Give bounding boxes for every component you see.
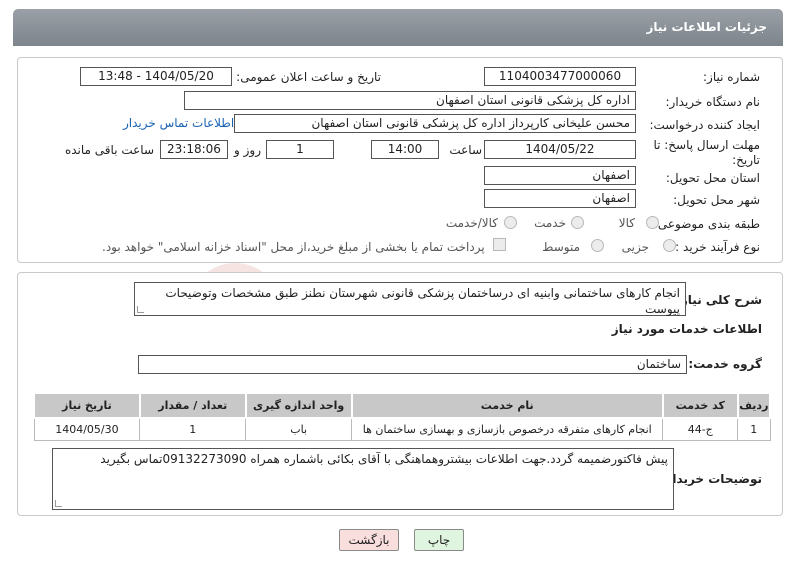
category-both-label: کالا/خدمت xyxy=(445,216,498,230)
process-medium-label: متوسط xyxy=(542,240,580,254)
service-group-label: گروه خدمت: xyxy=(688,357,762,371)
cell-row: 1 xyxy=(737,417,771,441)
city-label: شهر محل تحویل: xyxy=(673,193,760,207)
remaining-time-field: 23:18:06 xyxy=(160,140,228,159)
description-value: انجام کارهای ساختمانی وابنیه ای درساختما… xyxy=(165,286,680,316)
col-date-header: تاریخ نیاز xyxy=(33,392,141,419)
announce-label: تاریخ و ساعت اعلان عمومی: xyxy=(236,70,381,84)
category-both-radio[interactable] xyxy=(504,216,517,229)
services-title: اطلاعات خدمات مورد نیاز xyxy=(611,322,762,336)
deadline-time-field: 14:00 xyxy=(371,140,439,159)
description-label: شرح کلی نیاز: xyxy=(676,293,762,307)
col-name-header: نام خدمت xyxy=(350,392,664,419)
buyer-org-field: اداره کل پزشکی قانونی استان اصفهان xyxy=(184,91,636,110)
page-header: جزئیات اطلاعات نیاز xyxy=(13,9,783,46)
process-medium-radio[interactable] xyxy=(591,239,604,252)
treasury-checkbox[interactable] xyxy=(493,238,506,251)
cell-code: ج-44 xyxy=(662,417,739,441)
table-row: 1 ج-44 انجام کارهای متفرقه درخصوص بازساز… xyxy=(33,417,771,441)
deadline-time-label: ساعت xyxy=(449,143,482,157)
announce-datetime-field: 1404/05/20 - 13:48 xyxy=(80,67,232,86)
creator-field: محسن علیخانی کارپرداز اداره کل پزشکی قان… xyxy=(234,114,636,133)
cell-name: انجام کارهای متفرقه درخصوص بازسازی و بهس… xyxy=(351,417,664,441)
buyer-contact-link[interactable]: اطلاعات تماس خریدار xyxy=(123,116,234,130)
need-info-panel xyxy=(17,57,783,263)
category-label: طبقه بندی موضوعی: xyxy=(653,217,760,231)
print-button[interactable]: چاپ xyxy=(414,529,464,551)
days-label: روز و xyxy=(234,143,261,157)
category-service-radio[interactable] xyxy=(571,216,584,229)
service-group-field: ساختمان xyxy=(138,355,687,374)
services-table: ردیف کد خدمت نام خدمت واحد اندازه گیری ت… xyxy=(33,392,772,441)
city-field: اصفهان xyxy=(484,189,636,208)
treasury-note: پرداخت تمام یا بخشی از مبلغ خرید،از محل … xyxy=(102,240,485,254)
deadline-label: مهلت ارسال پاسخ: تا xyxy=(653,138,760,152)
process-minor-radio[interactable] xyxy=(663,239,676,252)
resize-grip-icon[interactable] xyxy=(137,306,144,313)
category-goods-label: کالا xyxy=(618,216,635,230)
need-number-label: شماره نیاز: xyxy=(703,70,760,84)
col-qty-header: تعداد / مقدار xyxy=(138,392,247,419)
back-button[interactable]: بازگشت xyxy=(339,529,399,551)
process-minor-label: جزیی xyxy=(621,240,649,254)
col-unit-header: واحد اندازه گیری xyxy=(244,392,353,419)
page-title: جزئیات اطلاعات نیاز xyxy=(646,20,767,34)
buyer-org-label: نام دستگاه خریدار: xyxy=(665,95,761,109)
province-field: اصفهان xyxy=(484,166,636,185)
col-row-header: ردیف xyxy=(736,392,772,419)
process-label: نوع فرآیند خرید : xyxy=(675,240,760,254)
resize-grip-icon[interactable] xyxy=(55,500,62,507)
col-code-header: کد خدمت xyxy=(661,392,739,419)
cell-qty: 1 xyxy=(139,417,247,441)
buyer-notes-label: توضیحات خریدار: xyxy=(660,472,762,486)
province-label: استان محل تحویل: xyxy=(665,171,760,185)
creator-label: ایجاد کننده درخواست: xyxy=(649,118,760,132)
deadline-label-date: تاریخ: xyxy=(732,153,760,167)
deadline-date-field: 1404/05/22 xyxy=(484,140,636,159)
category-goods-radio[interactable] xyxy=(646,216,659,229)
need-number-field: 1104003477000060 xyxy=(484,67,636,86)
cell-date: 1404/05/30 xyxy=(33,417,141,441)
category-service-label: خدمت xyxy=(534,216,566,230)
remaining-days-field: 1 xyxy=(266,140,334,159)
description-text: انجام کارهای ساختمانی وابنیه ای درساختما… xyxy=(134,282,686,316)
buyer-notes-text: پیش فاکتورضمیمه گردد.جهت اطلاعات بیشتروه… xyxy=(52,448,674,510)
remaining-label: ساعت باقی مانده xyxy=(64,143,154,157)
buyer-notes-value: پیش فاکتورضمیمه گردد.جهت اطلاعات بیشتروه… xyxy=(100,452,668,466)
cell-unit: باب xyxy=(245,417,353,441)
